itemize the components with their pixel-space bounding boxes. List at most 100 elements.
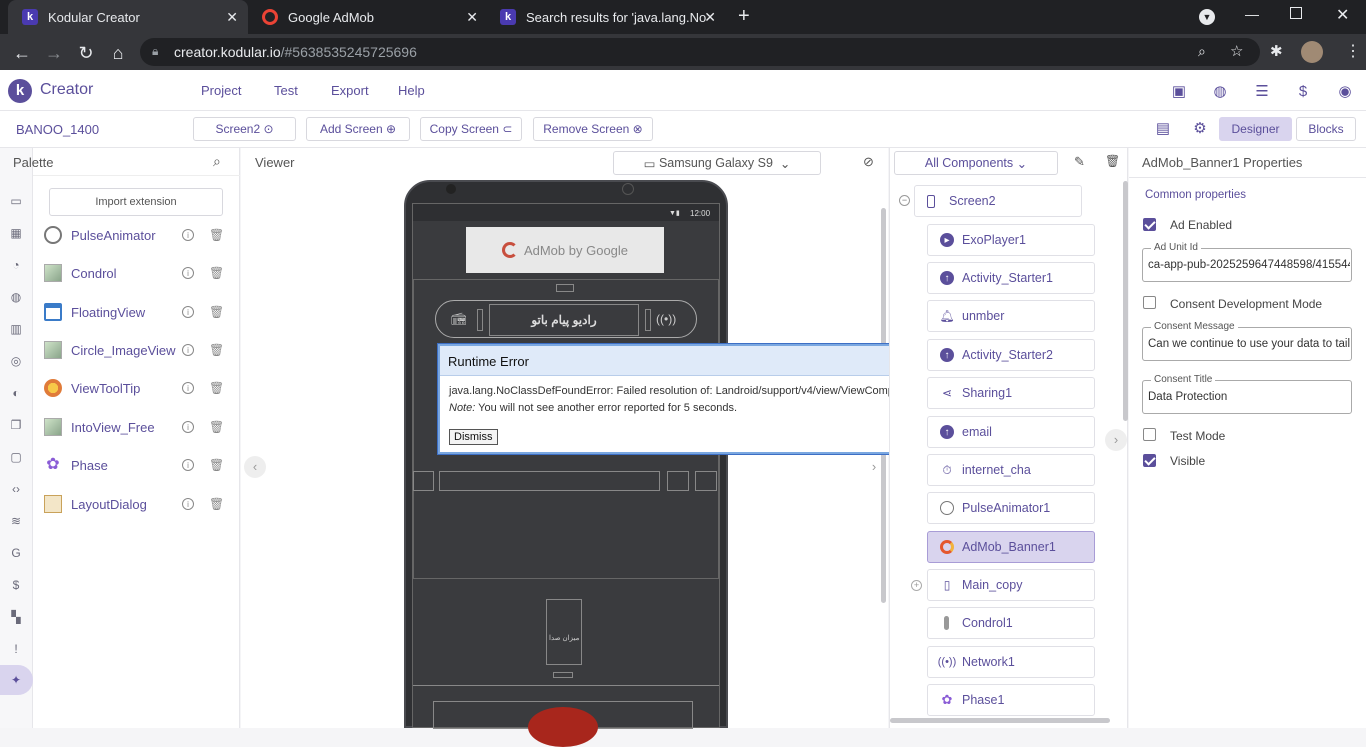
dynamic-category-icon[interactable]: ▚ [8,609,24,625]
palette-item[interactable]: ViewToolTip i 🗑︎ [33,369,240,407]
palette-item[interactable]: PulseAnimator i 🗑︎ [33,216,240,254]
layout-category-icon[interactable]: ▭ [8,193,24,209]
palette-item[interactable]: ✿ Phase i 🗑︎ [33,446,240,484]
info-icon[interactable]: i [182,498,194,510]
profile-avatar[interactable] [1301,41,1323,63]
restore-icon[interactable] [1290,7,1302,19]
palette-item[interactable]: FloatingView i 🗑︎ [33,293,240,331]
add-screen-button[interactable]: Add Screen ⊕ [306,117,410,141]
browser-menu-icon[interactable]: ⋮ [1345,41,1361,61]
copy-screen-button[interactable]: Copy Screen ⊂ [420,117,522,141]
expand-icon[interactable]: + [911,580,922,591]
menu-export[interactable]: Export [331,83,369,98]
browser-tab[interactable]: k Kodular Creator ✕ [8,0,248,34]
component-item-screen2[interactable]: Screen2 [914,185,1082,217]
component-item[interactable]: ▯ Main_copy [927,569,1095,601]
section-header[interactable]: Common properties [1145,189,1246,201]
table-category-icon[interactable]: ▦ [8,225,24,241]
trash-icon[interactable]: 🗑︎ [209,228,224,242]
extensions-icon[interactable]: ✱ [1270,42,1283,60]
palette-item[interactable]: IntoView_Free i 🗑︎ [33,408,240,446]
designer-button[interactable]: Designer [1219,117,1292,141]
bookmark-star-icon[interactable]: ☆ [1230,42,1243,60]
ad-enabled-checkbox[interactable] [1143,218,1156,231]
experimental-category-icon[interactable]: ! [8,641,24,657]
minimize-icon[interactable]: — [1245,6,1259,22]
component-item-selected[interactable]: AdMob_Banner1 [927,531,1095,563]
trash-icon[interactable]: 🗑︎ [209,420,224,434]
new-tab-plus-icon[interactable]: + [738,5,750,28]
components-hscrollbar[interactable] [890,718,1110,723]
info-icon[interactable]: i [182,306,194,318]
docs-icon[interactable]: ☰ [1253,82,1271,100]
info-icon[interactable]: i [182,267,194,279]
settings-gear-icon[interactable]: ⚙ [1191,119,1209,137]
collapse-icon[interactable]: − [899,195,910,206]
dollar-icon[interactable]: $ [1294,82,1312,100]
component-item[interactable]: ↑ email [927,416,1095,448]
component-item[interactable]: ↑ Activity_Starter1 [927,262,1095,294]
blocks-button[interactable]: Blocks [1296,117,1356,141]
sensors-category-icon[interactable]: ◎ [8,353,24,369]
components-scrollbar[interactable] [1123,181,1128,421]
edit-pencil-icon[interactable]: ✎ [1074,154,1085,170]
info-icon[interactable]: i [182,459,194,471]
palette-item[interactable]: Condrol i 🗑︎ [33,254,240,292]
import-extension-button[interactable]: Import extension [49,188,223,216]
info-icon[interactable]: i [182,382,194,394]
dismiss-button[interactable]: Dismiss [449,429,498,445]
menu-project[interactable]: Project [201,83,241,98]
admob-banner-preview[interactable]: AdMob by Google [466,227,664,273]
drawing-category-icon[interactable]: ◍ [8,289,24,305]
search-icon[interactable]: ⌕ [213,153,221,170]
palette-item[interactable]: Circle_ImageView i 🗑︎ [33,331,240,369]
trash-icon[interactable]: 🗑︎ [209,497,224,511]
home-icon[interactable]: ⌂ [107,42,129,64]
menu-help[interactable]: Help [398,83,425,98]
trash-icon[interactable]: 🗑︎ [209,343,224,357]
social-category-icon[interactable]: ◐ [8,385,24,401]
visibility-off-icon[interactable]: ⊘ [863,154,874,170]
info-icon[interactable]: i [182,421,194,433]
info-icon[interactable]: i [182,229,194,241]
trash-icon[interactable]: 🗑︎ [209,266,224,280]
info-icon[interactable]: i [182,344,194,356]
test-mode-checkbox[interactable] [1143,428,1156,441]
trash-icon[interactable]: 🗑︎ [209,458,224,472]
media-category-icon[interactable]: ◔ [8,257,24,273]
device-select[interactable]: ▭ Samsung Galaxy S9 ⌄ [613,151,821,175]
feed-category-icon[interactable]: ≋ [8,513,24,529]
prev-arrow-icon[interactable]: ‹ [244,456,266,478]
close-icon[interactable]: ✕ [466,9,478,26]
monetization-category-icon[interactable]: $ [8,577,24,593]
component-item[interactable]: ⋖ Sharing1 [927,377,1095,409]
palette-item[interactable]: LayoutDialog i 🗑︎ [33,485,240,523]
tab-search-icon[interactable]: ▼ [1199,9,1215,25]
component-item[interactable]: Condrol1 [927,607,1095,639]
reload-icon[interactable]: ↻ [75,42,97,64]
menu-test[interactable]: Test [274,83,298,98]
url-input[interactable]: 🔒︎ creator.kodular.io/#5638535245725696 … [140,38,1260,66]
google-category-icon[interactable]: G [8,545,24,561]
gallery-icon[interactable]: ▤ [1154,119,1172,137]
folder-icon[interactable]: ▣ [1170,82,1188,100]
maps-category-icon[interactable]: ▥ [8,321,24,337]
component-item[interactable]: ⏱︎ internet_cha [927,454,1095,486]
storage-category-icon[interactable]: ❐ [8,417,24,433]
forward-icon[interactable]: → [43,42,65,64]
visible-checkbox[interactable] [1143,454,1156,467]
zoom-icon[interactable]: ⌕ [1198,43,1206,60]
trash-icon[interactable]: 🗑︎ [209,305,224,319]
close-icon[interactable]: ✕ [704,9,716,26]
back-icon[interactable]: ← [11,42,33,64]
component-item[interactable]: ((•)) Network1 [927,646,1095,678]
component-item[interactable]: 🔔︎ unmber [927,300,1095,332]
remove-screen-button[interactable]: Remove Screen ⊗ [533,117,653,141]
expand-panel-arrow-icon[interactable]: › [1105,429,1127,451]
window-close-icon[interactable]: ✕ [1336,5,1349,25]
ad-unit-id-field[interactable]: Ad Unit Id ca-app-pub-2025259647448598/4… [1142,242,1352,282]
browser-tab[interactable]: k Search results for 'java.lang.NoCl ✕ [486,0,726,34]
trash-icon[interactable]: 🗑︎ [1105,154,1120,168]
consent-message-field[interactable]: Consent Message Can we continue to use y… [1142,321,1352,361]
palette-icon[interactable]: ◍ [1211,82,1229,100]
